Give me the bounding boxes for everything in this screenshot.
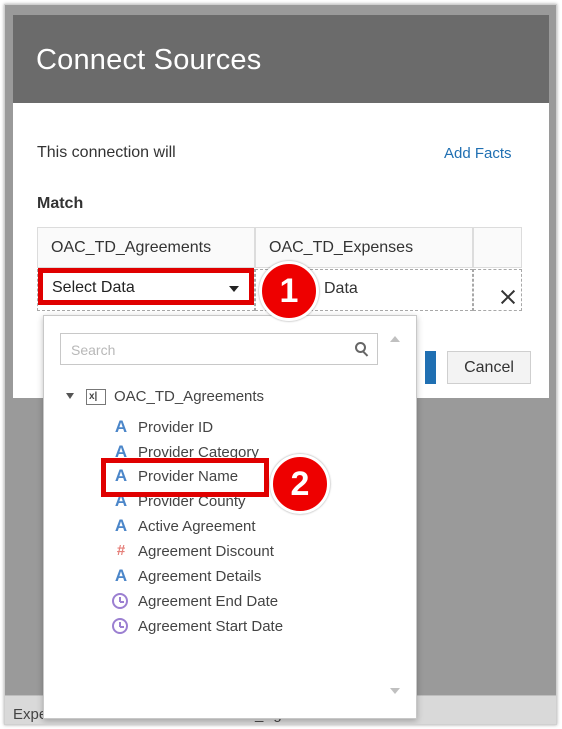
collapse-toggle-icon[interactable] xyxy=(66,393,74,399)
excel-dataset-icon: x| xyxy=(86,389,106,405)
add-facts-link[interactable]: Add Facts xyxy=(444,145,512,162)
dialog-title: Connect Sources xyxy=(36,44,262,76)
column-header-agreements: OAC_TD_Agreements xyxy=(37,227,255,268)
date-icon xyxy=(112,593,128,609)
cancel-button[interactable]: Cancel xyxy=(447,351,531,384)
text-attribute-icon: A xyxy=(114,566,128,585)
measure-icon: # xyxy=(116,542,126,559)
dropdown-scrollbar[interactable] xyxy=(384,330,406,710)
search-input[interactable]: Search xyxy=(60,333,378,365)
remove-match-close-icon[interactable] xyxy=(501,290,515,304)
connection-text: This connection will xyxy=(37,144,176,161)
list-item-label: Agreement End Date xyxy=(138,593,279,610)
list-item-label: Agreement Details xyxy=(138,568,262,585)
scroll-down-icon[interactable] xyxy=(390,688,400,694)
dialog-header: Connect Sources xyxy=(13,15,549,103)
tree-root-label: OAC_TD_Agreements xyxy=(114,388,265,405)
chevron-down-icon xyxy=(229,286,239,292)
select-data-value: Select Data xyxy=(52,279,135,296)
provider-name-highlight xyxy=(101,458,269,497)
list-item-label: Provider ID xyxy=(138,419,214,436)
date-icon xyxy=(112,618,128,634)
right-select-value: Data xyxy=(324,280,358,297)
list-item-label: Agreement Discount xyxy=(138,543,274,560)
text-attribute-icon: A xyxy=(114,417,128,436)
match-label: Match xyxy=(37,195,84,212)
step-1-callout: 1 xyxy=(259,261,319,321)
text-attribute-icon: A xyxy=(114,516,128,535)
list-item-label: Active Agreement xyxy=(138,518,256,535)
search-icon xyxy=(355,342,369,357)
list-item-label: Agreement Start Date xyxy=(138,618,284,635)
search-placeholder: Search xyxy=(71,342,116,358)
column-header-actions xyxy=(473,227,522,268)
ok-button[interactable] xyxy=(425,351,436,384)
step-2-callout: 2 xyxy=(270,454,330,514)
screenshot-frame: Expenses TD_Agreements Connect Sources T… xyxy=(4,4,557,725)
select-data-dropdown[interactable]: Select Data xyxy=(38,268,254,305)
data-column-dropdown: Search x| OAC_TD_Agreements A Provider I… xyxy=(43,315,417,719)
scroll-up-icon[interactable] xyxy=(390,336,400,342)
